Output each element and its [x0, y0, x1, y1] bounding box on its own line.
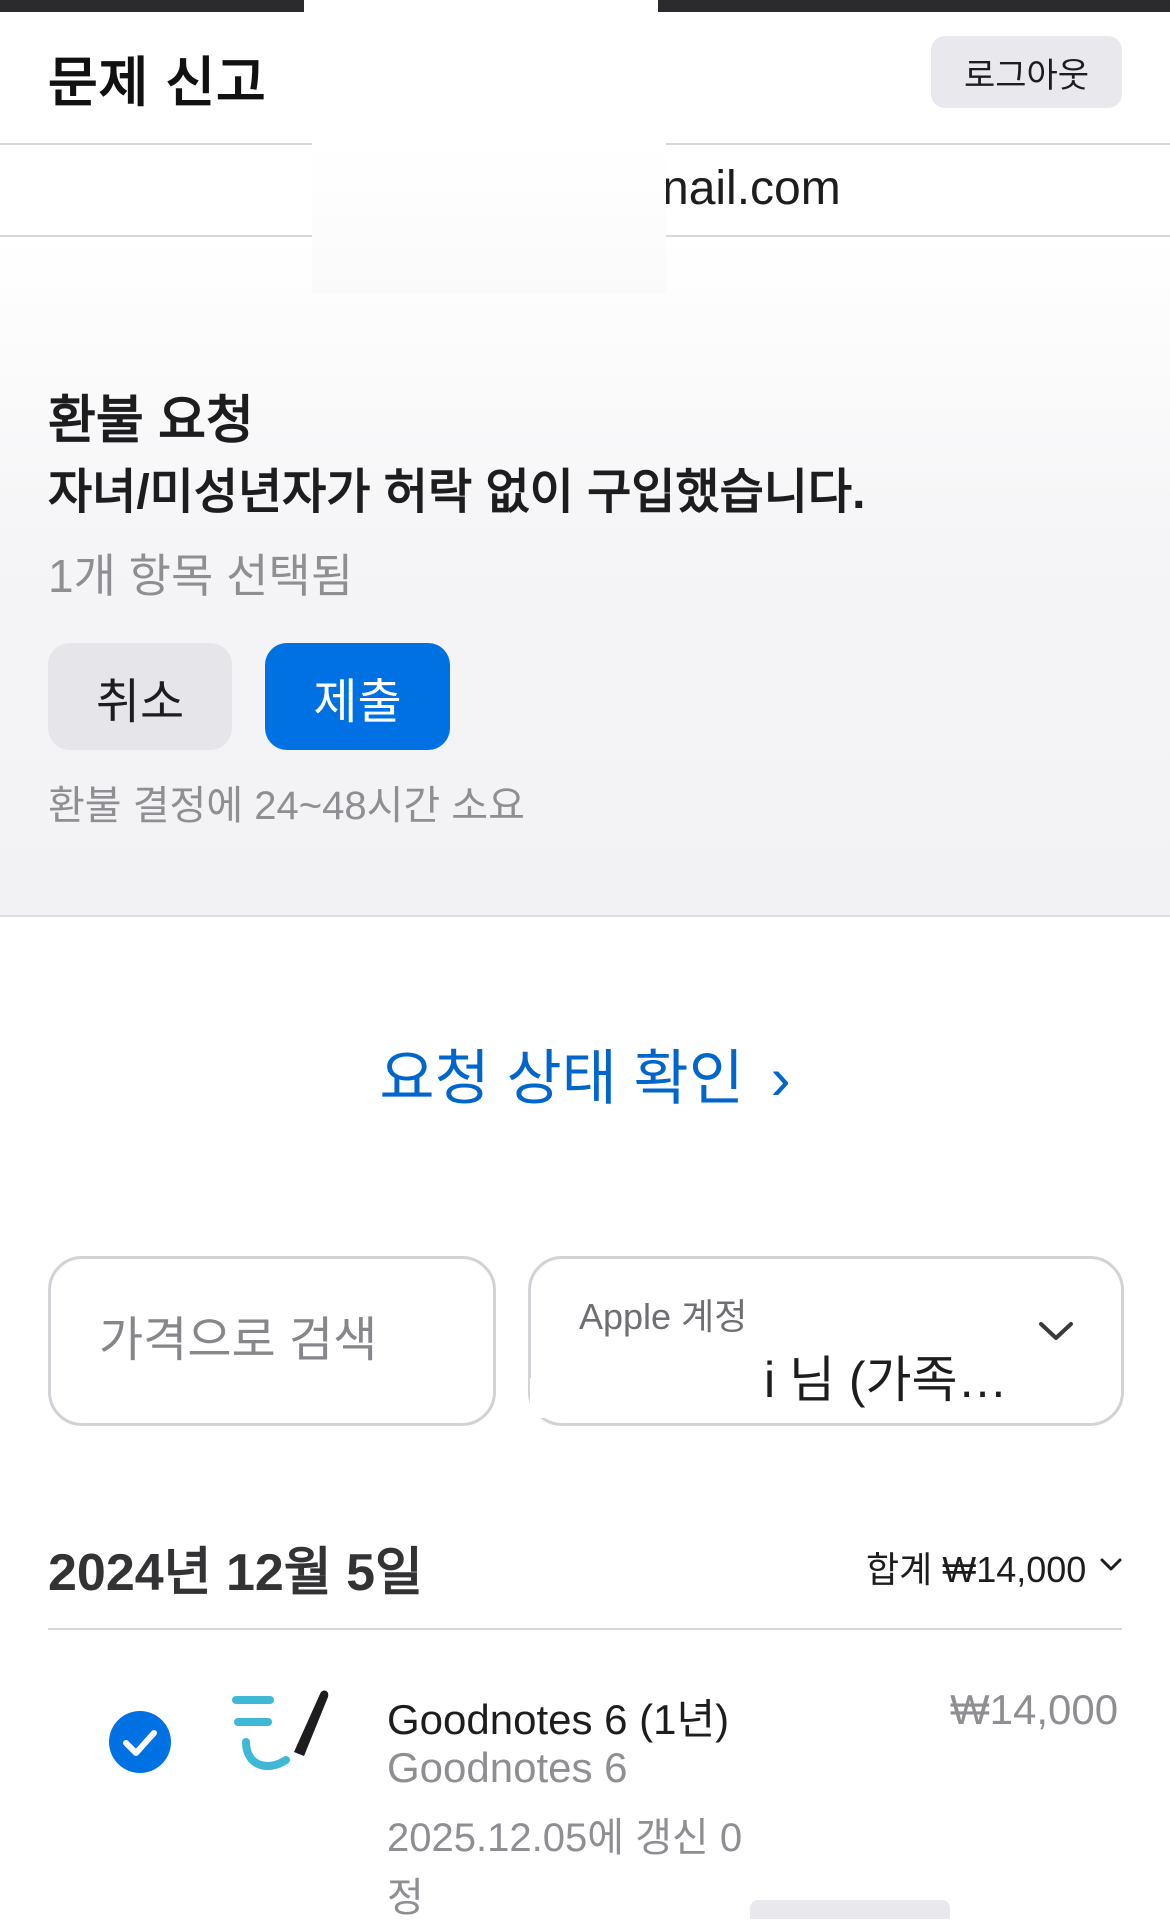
redaction-overlay-lower	[312, 143, 666, 293]
submit-button[interactable]: 제출	[265, 643, 450, 750]
item-checkbox[interactable]	[109, 1711, 171, 1773]
item-price: ₩14,000	[950, 1686, 1119, 1733]
goodnotes-app-icon	[232, 1690, 329, 1770]
refund-title: 환불 요청	[48, 392, 254, 450]
purchase-date-heading: 2024년 12월 5일	[48, 1544, 423, 1602]
account-select-label: Apple 계정	[579, 1296, 748, 1337]
logout-button[interactable]: 로그아웃	[931, 36, 1122, 108]
item-app-name: Goodnotes 6	[387, 1744, 628, 1791]
price-search-field[interactable]	[48, 1256, 496, 1426]
price-search-input[interactable]	[97, 1309, 471, 1371]
item-renewal-date: 2025.12.05에 갱신 0	[387, 1816, 743, 1860]
item-renewal-date-cont: 정	[387, 1876, 424, 1920]
account-email: nail.com	[662, 162, 841, 215]
redaction-overlay	[304, 0, 658, 143]
account-redaction	[530, 1378, 770, 1418]
cancel-button[interactable]: 취소	[48, 643, 232, 750]
checkmark-icon	[123, 1730, 157, 1756]
refund-reason: 자녀/미성년자가 허락 없이 구입했습니다.	[48, 466, 866, 519]
purchase-total[interactable]: 합계 ₩14,000	[866, 1541, 1086, 1593]
selected-count: 1개 항목 선택됨	[48, 550, 354, 602]
chevron-right-icon: ›	[770, 1045, 791, 1112]
bottom-overlay	[750, 1900, 950, 1919]
status-strip-right	[658, 0, 1170, 12]
account-select-value: i 님 (가족…	[764, 1352, 1008, 1408]
refund-note: 환불 결정에 24~48시간 소요	[48, 784, 525, 828]
chevron-down-icon	[1039, 1322, 1073, 1340]
check-request-status-link[interactable]: 요청 상태 확인 ›	[0, 1030, 1170, 1117]
item-name: Goodnotes 6 (1년)	[387, 1696, 730, 1743]
date-divider	[48, 1628, 1122, 1630]
status-strip-left	[0, 0, 304, 12]
page-title: 문제 신고	[48, 53, 267, 113]
status-link-label: 요청 상태 확인	[379, 1045, 744, 1112]
chevron-down-icon	[1100, 1558, 1122, 1571]
